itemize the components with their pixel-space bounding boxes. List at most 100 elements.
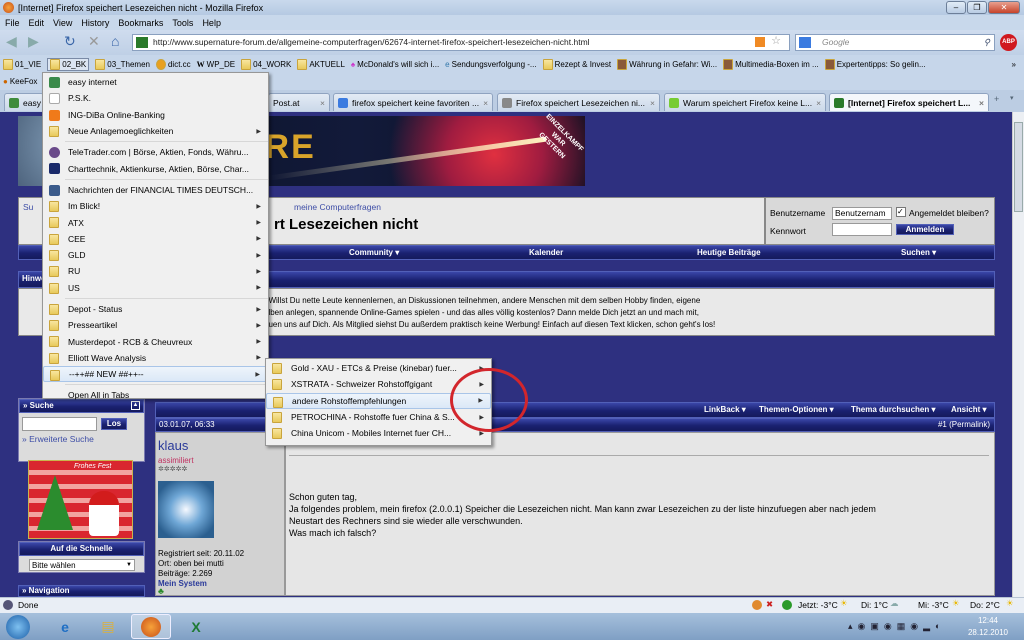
- scrollbar-thumb[interactable]: [1014, 122, 1023, 212]
- menu-item[interactable]: Nachrichten der FINANCIAL TIMES DEUTSCH.…: [43, 182, 268, 198]
- close-tab-icon[interactable]: ×: [483, 98, 488, 108]
- noscript-icon[interactable]: ✖: [766, 599, 773, 610]
- nav-heutige-beitraege[interactable]: Heutige Beiträge: [697, 248, 761, 257]
- menu-item[interactable]: Presseartikel ▶: [43, 317, 268, 333]
- page-scrollbar[interactable]: [1012, 112, 1024, 597]
- permalink[interactable]: #1 (Permalink): [938, 420, 990, 429]
- menu-item[interactable]: Im Blick! ▶: [43, 198, 268, 214]
- tab-firefox-lesezeichen[interactable]: Firefox speichert Lesezeichen ni... ×: [497, 93, 660, 111]
- bookmark-wp-de[interactable]: W WP_DE: [197, 60, 235, 69]
- adblock-icon[interactable]: ABP: [1000, 34, 1017, 51]
- username-link[interactable]: klaus: [158, 438, 188, 453]
- star-icon[interactable]: ☆: [771, 34, 781, 49]
- menu-item[interactable]: Depot - Status ▶: [43, 301, 268, 317]
- weather-di[interactable]: Di: 1°C: [861, 600, 888, 610]
- menu-item[interactable]: Elliott Wave Analysis ▶: [43, 350, 268, 366]
- search-input[interactable]: Google ⚲: [795, 34, 995, 51]
- menu-item[interactable]: RU ▶: [43, 263, 268, 279]
- menu-item[interactable]: Musterdepot - RCB & Cheuvreux ▶: [43, 333, 268, 349]
- menu-item[interactable]: P.S.K.: [43, 90, 268, 106]
- bookmarks-overflow-chevron[interactable]: »: [1012, 60, 1016, 69]
- excel-icon[interactable]: X: [176, 614, 216, 639]
- menu-item[interactable]: TeleTrader.com | Börse, Aktien, Fonds, W…: [43, 144, 268, 160]
- forward-button[interactable]: ▶: [28, 33, 39, 50]
- minimize-button[interactable]: –: [946, 1, 966, 14]
- menu-item[interactable]: Gold - XAU - ETCs & Preise (kinebar) fue…: [266, 360, 491, 376]
- nav-suchen[interactable]: Suchen ▾: [901, 248, 936, 257]
- linkback-menu[interactable]: LinkBack ▾: [704, 405, 746, 414]
- bookmark-waehrung[interactable]: Währung in Gefahr: Wi...: [617, 58, 717, 70]
- menu-item[interactable]: Neue Anlagemoeglichkeiten ▶: [43, 123, 268, 139]
- bookmark-03-themen[interactable]: 03_Themen: [95, 58, 150, 70]
- menu-item[interactable]: ING-DiBa Online-Banking: [43, 107, 268, 123]
- close-tab-icon[interactable]: ×: [650, 98, 655, 108]
- nav-kalender[interactable]: Kalender: [529, 248, 563, 257]
- system-tray-icons[interactable]: ▴◉▣◉▦◉▂◐: [848, 621, 945, 632]
- breadcrumb-link[interactable]: meine Computerfragen: [294, 202, 381, 212]
- bookmark-mcdonalds[interactable]: ♠ McDonald's will sich i...: [351, 60, 439, 69]
- menu-item[interactable]: --++## NEW ##++-- ▶: [43, 366, 268, 383]
- home-icon[interactable]: ⌂: [111, 33, 119, 49]
- bookmark-dict-cc[interactable]: dict.cc: [155, 58, 191, 70]
- start-button[interactable]: [6, 615, 30, 639]
- close-button[interactable]: ✕: [988, 1, 1020, 14]
- tab-post-at[interactable]: Post.at ×: [268, 93, 330, 111]
- menu-item[interactable]: ATX ▶: [43, 214, 268, 230]
- stop-icon[interactable]: ✕: [88, 33, 100, 50]
- firefox-addon-icon[interactable]: [752, 600, 762, 610]
- menu-item[interactable]: China Unicom - Mobiles Internet fuer CH.…: [266, 425, 491, 441]
- view-menu[interactable]: Ansicht ▾: [951, 405, 987, 414]
- los-button[interactable]: Los: [101, 418, 127, 430]
- menu-history[interactable]: History: [81, 18, 109, 28]
- status-green-icon[interactable]: [782, 600, 792, 610]
- tab-easy[interactable]: easy i: [4, 93, 44, 111]
- bookmark-04-work[interactable]: 04_WORK: [241, 58, 291, 70]
- password-input[interactable]: [832, 223, 892, 236]
- bookmark-sendungsverfolgung[interactable]: e Sendungsverfolgung -...: [445, 60, 536, 69]
- menu-item[interactable]: Open All in Tabs: [43, 387, 268, 403]
- my-system-link[interactable]: Mein System: [158, 579, 207, 588]
- menu-item[interactable]: Charttechnik, Aktienkurse, Aktien, Börse…: [43, 160, 268, 176]
- menu-tools[interactable]: Tools: [172, 18, 193, 28]
- sidebar-search-input[interactable]: [22, 417, 97, 431]
- advanced-search-link[interactable]: » Erweiterte Suche: [22, 434, 94, 444]
- nav-community[interactable]: Community ▾: [349, 248, 399, 257]
- keefox-button[interactable]: ● KeeFox: [3, 77, 37, 86]
- bookmark-aktuell[interactable]: AKTUELL: [297, 58, 345, 70]
- breadcrumb-root[interactable]: Su: [23, 202, 33, 212]
- internet-explorer-icon[interactable]: e: [45, 614, 85, 639]
- weather-now[interactable]: Jetzt: -3°C: [798, 600, 838, 610]
- menu-item[interactable]: CEE ▶: [43, 231, 268, 247]
- firefox-taskbar-button[interactable]: [131, 614, 171, 639]
- username-input[interactable]: Benutzernam: [832, 207, 892, 220]
- menu-item[interactable]: US ▶: [43, 280, 268, 296]
- close-tab-icon[interactable]: ×: [816, 98, 821, 108]
- weather-mi[interactable]: Mi: -3°C: [918, 600, 949, 610]
- url-input[interactable]: http://www.supernature-forum.de/allgemei…: [132, 34, 790, 51]
- clock-date[interactable]: 28.12.2010: [964, 628, 1012, 637]
- quick-nav-select[interactable]: Bitte wählen ▼: [29, 559, 135, 571]
- menu-bookmarks[interactable]: Bookmarks: [118, 18, 163, 28]
- tab-firefox-favoriten[interactable]: firefox speichert keine favoriten ... ×: [333, 93, 493, 111]
- weather-do[interactable]: Do: 2°C: [970, 600, 1000, 610]
- close-tab-icon[interactable]: ×: [979, 98, 984, 108]
- tab-warum-speichert[interactable]: Warum speichert Firefox keine L... ×: [664, 93, 826, 111]
- search-thread-menu[interactable]: Thema durchsuchen ▾: [851, 405, 935, 414]
- tab-list-button[interactable]: ▾: [1010, 94, 1014, 102]
- explorer-folder-icon[interactable]: ▤: [88, 614, 128, 639]
- close-tab-icon[interactable]: ×: [320, 98, 325, 108]
- bookmark-multimedia[interactable]: Multimedia-Boxen im ...: [723, 58, 819, 70]
- tab-internet-firefox-active[interactable]: [Internet] Firefox speichert L... ×: [829, 93, 989, 111]
- back-button[interactable]: ◀: [6, 33, 17, 50]
- bookmark-expertentipps[interactable]: Expertentipps: So gelin...: [824, 58, 926, 70]
- clock-time[interactable]: 12:44: [968, 616, 1008, 625]
- search-icon[interactable]: ⚲: [984, 35, 990, 50]
- menu-help[interactable]: Help: [202, 18, 221, 28]
- bookmark-02-bk[interactable]: 02_BK: [47, 57, 90, 71]
- menu-item[interactable]: easy internet: [43, 74, 268, 90]
- menu-item[interactable]: GLD ▶: [43, 247, 268, 263]
- remember-checkbox[interactable]: ✓: [896, 207, 906, 217]
- bookmark-rezept-invest[interactable]: Rezept & Invest: [542, 58, 611, 70]
- reload-icon[interactable]: ↻: [64, 33, 76, 50]
- rss-icon[interactable]: [755, 37, 765, 47]
